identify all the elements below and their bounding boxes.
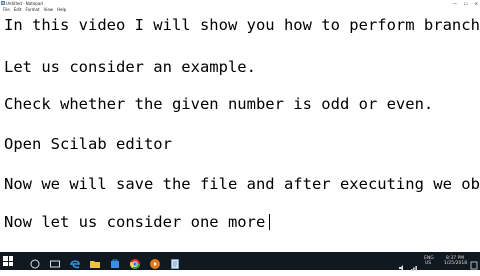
close-button[interactable]: ✕ — [475, 0, 478, 7]
notification-icon[interactable] — [470, 256, 478, 270]
clock-date[interactable]: 1/25/2018 — [444, 261, 467, 266]
store-icon[interactable] — [109, 255, 121, 268]
editor-line: In this video I will show you how to per… — [4, 16, 480, 34]
editor-line: Now we will save the file and after exec… — [4, 175, 480, 193]
region-indicator: US — [425, 261, 432, 266]
editor-line-current: Now let us consider one more — [4, 212, 271, 232]
chrome-icon[interactable] — [129, 255, 141, 269]
edge-icon[interactable] — [69, 255, 81, 269]
taskbar: ENG US 8:37 PM 1/25/2018 — [0, 252, 480, 271]
volume-icon[interactable] — [398, 257, 406, 271]
network-icon[interactable] — [410, 257, 418, 271]
text-editor-area[interactable]: In this video I will show you how to per… — [0, 13, 480, 242]
editor-line: Check whether the given number is odd or… — [4, 95, 434, 113]
title-bar: Untitled - Notepad — ☐ ✕ — [0, 0, 480, 7]
text-caret — [269, 214, 271, 230]
cortana-icon[interactable] — [29, 255, 41, 269]
notepad-taskbar-icon[interactable] — [169, 255, 181, 269]
task-view-icon[interactable] — [49, 255, 61, 268]
windows-start-icon[interactable] — [3, 256, 13, 266]
window-title: Untitled - Notepad — [6, 1, 43, 6]
editor-line-text: Now let us consider one more — [4, 213, 266, 231]
editor-line: Let us consider an example. — [4, 58, 256, 76]
media-player-icon[interactable] — [149, 255, 161, 269]
maximize-button[interactable]: ☐ — [464, 0, 468, 7]
editor-line: Open Scilab editor — [4, 135, 172, 153]
notepad-icon — [1, 1, 5, 5]
file-explorer-icon[interactable] — [89, 255, 101, 268]
window-controls: — ☐ ✕ — [453, 0, 478, 7]
minimize-button[interactable]: — — [453, 0, 457, 7]
